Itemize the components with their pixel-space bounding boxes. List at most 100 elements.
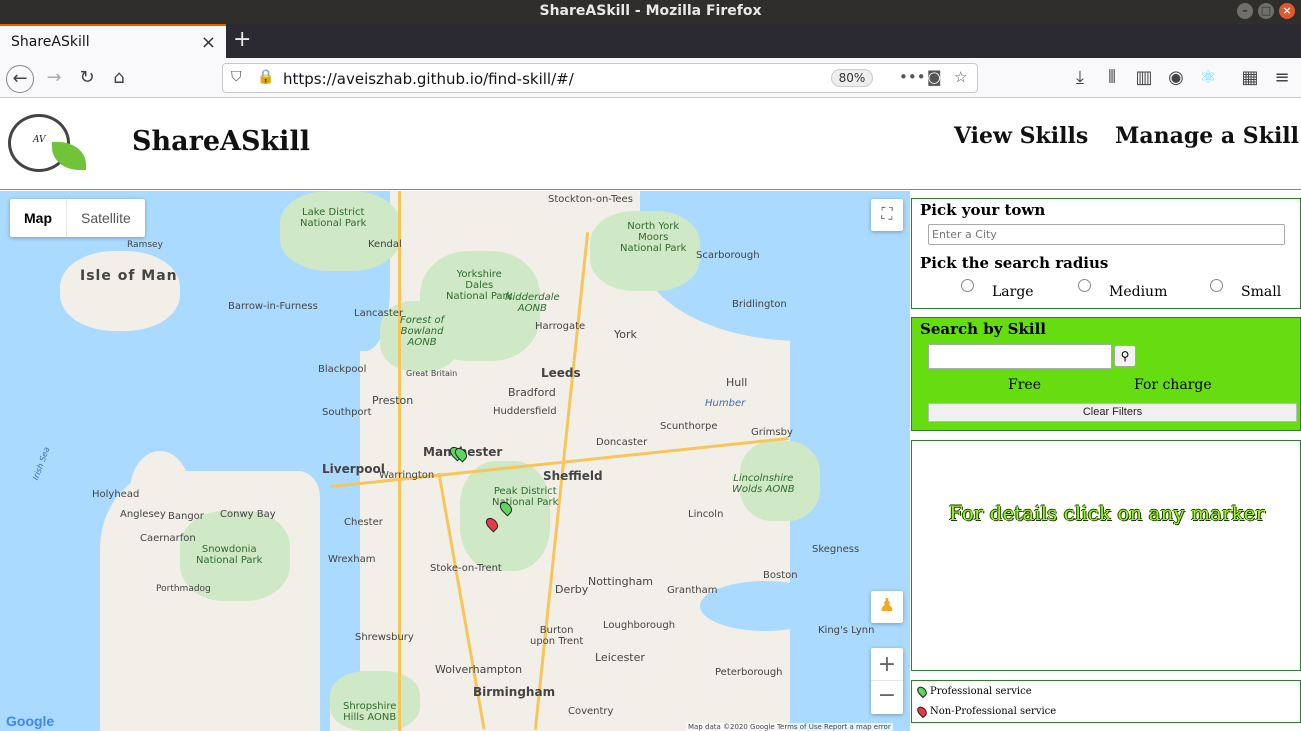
label-huddersfield: Huddersfield — [493, 406, 557, 417]
label-harrogate: Harrogate — [535, 321, 586, 332]
label-wrexham: Wrexham — [328, 554, 376, 565]
tab-strip: ShareASkill × + — [0, 24, 1301, 58]
skill-heading: Search by Skill — [920, 320, 1047, 338]
forward-icon[interactable]: → — [40, 65, 68, 93]
minimize-icon[interactable]: – — [1237, 3, 1253, 19]
label-coventry: Coventry — [568, 706, 614, 717]
zoom-out-icon[interactable]: − — [871, 681, 903, 713]
the-wash — [700, 581, 830, 631]
downloads-icon[interactable]: ⤓ — [1066, 65, 1094, 93]
city-input[interactable] — [928, 224, 1285, 245]
manage-skill-link[interactable]: Manage a Skill — [1115, 123, 1299, 149]
clear-filters-button[interactable]: Clear Filters — [928, 403, 1297, 422]
app-title: ShareASkill — [132, 126, 310, 157]
label-grimsby: Grimsby — [751, 427, 793, 438]
legend-professional-label: Professional service — [930, 686, 1032, 697]
browser-tab[interactable]: ShareASkill × — [0, 24, 226, 58]
label-hull: Hull — [726, 376, 748, 389]
account-icon[interactable]: ◉ — [1162, 65, 1190, 93]
label-ramsey: Ramsey — [127, 240, 163, 250]
map-type-control: Map Satellite — [10, 199, 145, 237]
label-lake-district: Lake District National Park — [300, 207, 367, 229]
label-southport: Southport — [322, 407, 372, 418]
label-blackpool: Blackpool — [318, 364, 367, 375]
zoom-control: + − — [871, 648, 903, 714]
zoom-level[interactable]: 80% — [831, 69, 873, 87]
legend-non-professional-label: Non-Professional service — [930, 706, 1057, 717]
library-icon[interactable]: ⫴ — [1098, 65, 1126, 93]
label-nottingham: Nottingham — [588, 575, 654, 588]
radius-large-label: Large — [992, 284, 1034, 300]
radius-medium-radio[interactable] — [1078, 279, 1091, 292]
label-york: York — [614, 328, 637, 341]
label-scunthorpe: Scunthorpe — [660, 421, 718, 432]
extensions-icon[interactable]: ▦ — [1236, 65, 1264, 93]
free-filter[interactable]: Free — [1008, 377, 1041, 393]
page-actions-icon[interactable]: ••• — [899, 68, 926, 86]
label-shrewsbury: Shrewsbury — [355, 632, 414, 643]
label-isle-of-man: Isle of Man — [80, 268, 178, 284]
label-grantham: Grantham — [667, 585, 718, 596]
label-lancaster: Lancaster — [354, 308, 404, 319]
zoom-in-icon[interactable]: + — [871, 648, 903, 681]
tab-title: ShareASkill — [11, 34, 90, 50]
url-bar[interactable]: ⛉ 🔒 https://aveiszhab.github.io/find-ski… — [222, 63, 978, 93]
label-caernarfon: Caernarfon — [140, 533, 196, 544]
radius-large-radio[interactable] — [961, 279, 974, 292]
label-bradford: Bradford — [508, 386, 556, 399]
radius-small-label: Small — [1241, 284, 1282, 300]
label-great-britain: Great Britain — [406, 369, 458, 378]
close-window-icon[interactable]: × — [1279, 3, 1295, 19]
map-type-map-button[interactable]: Map — [10, 199, 67, 237]
label-porthmadog: Porthmadog — [156, 584, 211, 594]
label-bowland: Forest of Bowland AONB — [400, 315, 445, 348]
reload-icon[interactable]: ↻ — [73, 65, 101, 93]
label-bridlington: Bridlington — [732, 299, 787, 310]
label-yorkshire-dales: Yorkshire Dales National Park — [446, 269, 513, 302]
logo-text: AV — [33, 135, 46, 145]
shield-icon[interactable]: ⛉ — [231, 69, 242, 85]
lake-district-area — [280, 191, 400, 271]
view-skills-link[interactable]: View Skills — [954, 123, 1088, 149]
sidebar-icon[interactable]: ▥ — [1130, 65, 1158, 93]
react-devtools-icon[interactable]: ⚛ — [1194, 65, 1222, 93]
skill-search-input[interactable] — [928, 344, 1112, 369]
fullscreen-icon[interactable]: ⛶ — [871, 199, 903, 231]
town-filter-panel: Pick your town Pick the search radius La… — [911, 198, 1301, 309]
pocket-icon[interactable]: ◙ — [927, 68, 942, 86]
app-header: AV ShareASkill View Skills Manage a Skil… — [0, 98, 1301, 190]
street-view-pegman-icon[interactable]: ♟ — [871, 591, 903, 623]
url-text[interactable]: https://aveiszhab.github.io/find-skill/#… — [283, 70, 574, 88]
bookmark-star-icon[interactable]: ☆ — [954, 68, 967, 86]
label-lincolnshire: Lincolnshire Wolds AONB — [732, 473, 795, 495]
menu-icon[interactable]: ≡ — [1268, 65, 1296, 93]
label-preston: Preston — [372, 394, 414, 407]
label-liverpool: Liverpool — [322, 462, 385, 476]
new-tab-icon[interactable]: + — [233, 27, 251, 52]
close-tab-icon[interactable]: × — [201, 32, 216, 53]
map-view[interactable]: Isle of Man Ramsey Lake District Nationa… — [0, 191, 910, 731]
label-burton: Burton upon Trent — [530, 625, 584, 647]
map-attribution[interactable]: Map data ©2020 Google Terms of Use Repor… — [686, 723, 893, 731]
search-icon[interactable]: ⚲ — [1114, 345, 1136, 367]
map-type-satellite-button[interactable]: Satellite — [67, 199, 145, 237]
label-stoke: Stoke-on-Trent — [430, 563, 502, 574]
label-nidderdale: Nidderdale AONB — [505, 292, 560, 314]
back-icon[interactable]: ← — [6, 65, 34, 93]
home-icon[interactable]: ⌂ — [105, 65, 133, 93]
peak-district-area — [460, 461, 550, 571]
green-marker-icon — [915, 684, 929, 699]
radius-small-radio[interactable] — [1210, 279, 1223, 292]
google-logo[interactable]: Google — [6, 713, 54, 729]
navigation-bar: ← → ↻ ⌂ ⛉ 🔒 https://aveiszhab.github.io/… — [0, 58, 1301, 98]
label-scarborough: Scarborough — [696, 250, 760, 261]
label-boston: Boston — [763, 570, 798, 581]
window-controls: – □ × — [1237, 3, 1295, 19]
label-leicester: Leicester — [595, 651, 645, 664]
label-sheffield: Sheffield — [543, 469, 603, 483]
maximize-icon[interactable]: □ — [1258, 3, 1274, 19]
lock-warning-icon[interactable]: 🔒 — [257, 69, 274, 85]
for-charge-filter[interactable]: For charge — [1134, 377, 1212, 393]
label-warrington: Warrington — [379, 470, 435, 481]
label-leeds: Leeds — [541, 366, 581, 380]
